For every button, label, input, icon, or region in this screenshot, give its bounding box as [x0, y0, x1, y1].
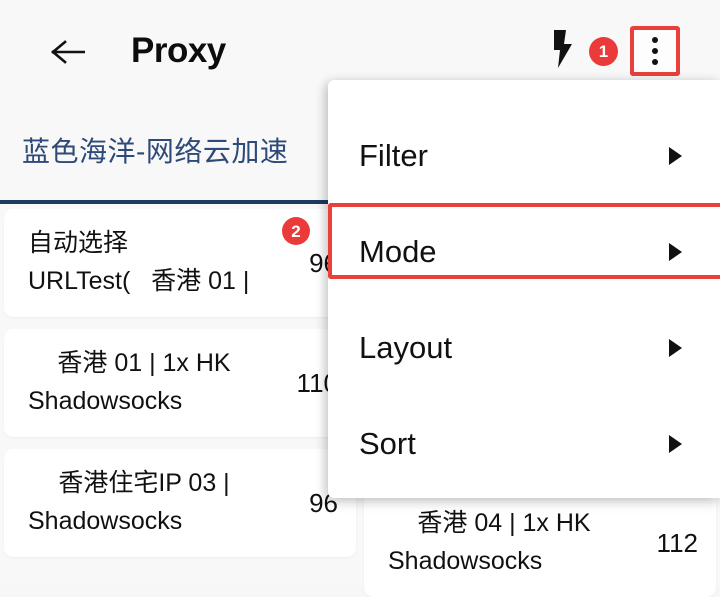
menu-item-filter[interactable]: Filter — [328, 108, 720, 204]
menu-item-sort[interactable]: Sort — [328, 396, 720, 492]
triangle-right-icon — [669, 243, 682, 261]
overflow-menu-button[interactable] — [630, 26, 680, 76]
triangle-right-icon — [669, 435, 682, 453]
proxy-card[interactable]: 自动选择 URLTest( 香港 01 | 2 96 — [4, 209, 356, 317]
back-button[interactable] — [44, 30, 92, 74]
proxy-card[interactable]: 香港住宅IP 03 | Shadowsocks 96 — [4, 449, 356, 557]
more-vertical-icon-dot — [652, 48, 658, 54]
arrow-left-icon — [51, 39, 85, 65]
menu-item-label: Layout — [359, 330, 453, 365]
proxy-screen: Proxy 1 蓝色海洋-网络云加速 自动选择 URLTest( 香港 01 |… — [0, 0, 720, 597]
proxy-card-name: 香港 04 | 1x HK — [417, 509, 591, 537]
more-vertical-icon — [652, 37, 658, 43]
speed-test-button[interactable] — [542, 27, 584, 75]
menu-item-mode[interactable]: Mode — [328, 204, 720, 300]
proxy-card[interactable]: 香港 04 | 1x HK Shadowsocks 112 — [364, 489, 716, 597]
more-vertical-icon-dot — [652, 59, 658, 65]
proxy-card-type: URLTest( 香港 01 | — [28, 267, 250, 295]
overflow-menu: Filter Mode Layout Sort — [328, 80, 720, 498]
proxy-card[interactable]: 香港 01 | 1x HK Shadowsocks 110 — [4, 329, 356, 437]
menu-item-label: Mode — [359, 234, 437, 269]
tab-active-indicator — [0, 200, 328, 204]
menu-item-layout[interactable]: Layout — [328, 300, 720, 396]
proxy-card-delay: 112 — [656, 528, 698, 558]
status-badge: 1 — [589, 37, 618, 66]
proxy-card-name: 香港住宅IP 03 | — [58, 469, 230, 497]
proxy-card-name: 香港 01 | 1x HK — [57, 349, 231, 377]
proxy-card-badge: 2 — [282, 217, 310, 245]
proxy-card-type: Shadowsocks — [28, 387, 183, 415]
triangle-right-icon — [669, 339, 682, 357]
menu-item-label: Filter — [359, 138, 428, 173]
proxy-card-type: Shadowsocks — [28, 507, 183, 535]
page-title: Proxy — [131, 31, 226, 70]
proxy-card-type: Shadowsocks — [388, 547, 543, 575]
triangle-right-icon — [669, 147, 682, 165]
tab-group-0[interactable]: 蓝色海洋-网络云加速 — [22, 130, 288, 170]
menu-item-label: Sort — [359, 426, 416, 461]
lightning-bolt-icon — [550, 29, 576, 73]
proxy-card-name: 自动选择 — [28, 229, 129, 257]
